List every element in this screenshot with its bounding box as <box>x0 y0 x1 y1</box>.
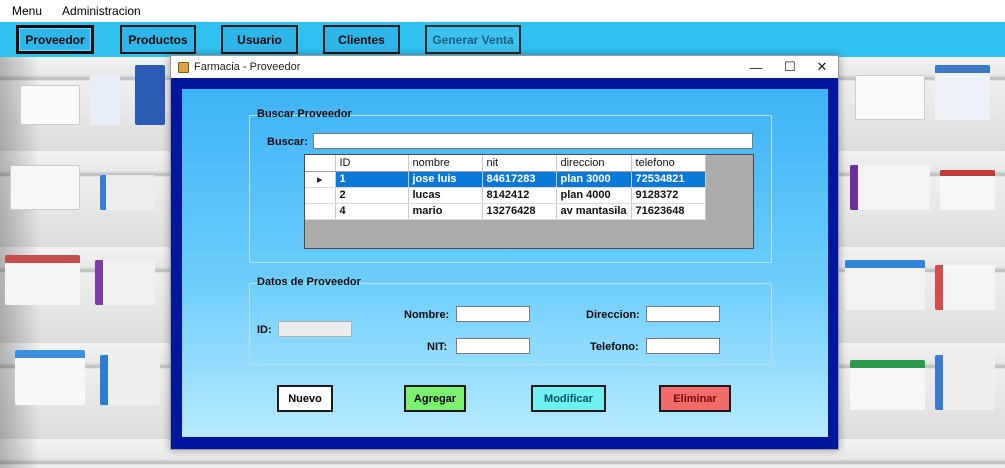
cell-nombre[interactable]: jose luis <box>408 171 483 188</box>
column-header-id[interactable]: ID <box>335 155 409 172</box>
cell-direccion[interactable]: plan 3000 <box>556 171 632 188</box>
table-row[interactable]: 4 mario 13276428 av mantasila 71623648 <box>305 203 706 220</box>
id-field <box>278 321 352 337</box>
nuevo-button[interactable]: Nuevo <box>277 385 333 412</box>
direccion-label: Direccion: <box>586 309 640 321</box>
productos-button[interactable]: Productos <box>120 25 196 54</box>
cell-telefono[interactable]: 71623648 <box>631 203 706 220</box>
table-row[interactable]: ▸ 1 jose luis 84617283 plan 3000 7253482… <box>305 171 706 188</box>
nit-field[interactable] <box>456 338 530 354</box>
row-header[interactable] <box>305 203 336 220</box>
modificar-button[interactable]: Modificar <box>531 385 606 412</box>
cell-id[interactable]: 1 <box>335 171 409 188</box>
menu-bar: Menu Administracion <box>0 0 1005 22</box>
cell-nit[interactable]: 84617283 <box>482 171 557 188</box>
cell-telefono[interactable]: 72534821 <box>631 171 706 188</box>
datos-proveedor-title: Datos de Proveedor <box>257 276 361 288</box>
nombre-field[interactable] <box>456 306 530 322</box>
column-header-direccion[interactable]: direccion <box>556 155 632 172</box>
agregar-button[interactable]: Agregar <box>404 385 466 412</box>
clientes-button[interactable]: Clientes <box>323 25 400 54</box>
app-icon <box>178 61 189 73</box>
column-header-telefono[interactable]: telefono <box>631 155 706 172</box>
cell-nombre[interactable]: mario <box>408 203 483 220</box>
nombre-label: Nombre: <box>404 309 450 321</box>
column-header-nombre[interactable]: nombre <box>408 155 483 172</box>
column-header-nit[interactable]: nit <box>482 155 557 172</box>
table-header-row: ID nombre nit direccion telefono <box>305 155 706 172</box>
selected-row-marker-icon: ▸ <box>305 171 336 188</box>
proveedor-button[interactable]: Proveedor <box>16 25 94 54</box>
row-header-corner <box>305 155 336 172</box>
cell-id[interactable]: 4 <box>335 203 409 220</box>
datos-proveedor-group: Datos de Proveedor ID: Nombre: NIT: Dire… <box>249 276 772 365</box>
window-client-area: Buscar Proveedor Buscar: ID nombre nit d… <box>171 78 838 449</box>
main-toolbar: Proveedor Productos Usuario Clientes Gen… <box>0 22 1005 57</box>
eliminar-button[interactable]: Eliminar <box>659 385 731 412</box>
direccion-field[interactable] <box>646 306 720 322</box>
usuario-button[interactable]: Usuario <box>221 25 298 54</box>
generar-venta-button[interactable]: Generar Venta <box>425 25 521 54</box>
window-titlebar[interactable]: Farmacia - Proveedor — ☐ ✕ <box>171 56 838 78</box>
telefono-label: Telefono: <box>590 341 639 353</box>
row-header[interactable] <box>305 187 336 204</box>
minimize-icon[interactable]: — <box>739 56 773 78</box>
telefono-field[interactable] <box>646 338 720 354</box>
menu-item-menu[interactable]: Menu <box>10 2 44 20</box>
maximize-icon[interactable]: ☐ <box>773 56 807 78</box>
search-input[interactable] <box>313 133 753 149</box>
menu-item-administracion[interactable]: Administracion <box>60 2 143 20</box>
buscar-proveedor-group: Buscar Proveedor Buscar: ID nombre nit d… <box>249 108 772 263</box>
id-label: ID: <box>257 324 272 336</box>
cell-nombre[interactable]: lucas <box>408 187 483 204</box>
cell-nit[interactable]: 8142412 <box>482 187 557 204</box>
cell-nit[interactable]: 13276428 <box>482 203 557 220</box>
close-icon[interactable]: ✕ <box>805 56 839 78</box>
proveedor-window: Farmacia - Proveedor — ☐ ✕ Buscar Provee… <box>170 55 839 450</box>
table-row[interactable]: 2 lucas 8142412 plan 4000 9128372 <box>305 187 706 204</box>
cell-direccion[interactable]: plan 4000 <box>556 187 632 204</box>
window-title: Farmacia - Proveedor <box>194 61 301 73</box>
form-panel: Buscar Proveedor Buscar: ID nombre nit d… <box>182 89 828 437</box>
nit-label: NIT: <box>427 341 448 353</box>
cell-id[interactable]: 2 <box>335 187 409 204</box>
proveedor-table[interactable]: ID nombre nit direccion telefono ▸ 1 jos… <box>304 154 754 249</box>
buscar-proveedor-title: Buscar Proveedor <box>257 108 352 120</box>
cell-direccion[interactable]: av mantasila <box>556 203 632 220</box>
cell-telefono[interactable]: 9128372 <box>631 187 706 204</box>
buscar-label: Buscar: <box>267 136 308 148</box>
